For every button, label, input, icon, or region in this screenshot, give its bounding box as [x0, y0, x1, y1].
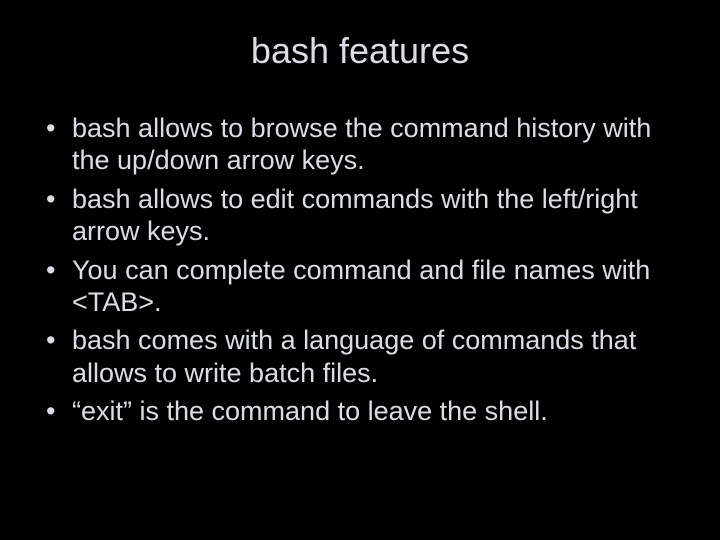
slide-title: bash features [30, 30, 690, 72]
list-item: bash comes with a language of commands t… [40, 324, 680, 389]
bullet-list: bash allows to browse the command histor… [30, 112, 690, 428]
list-item: “exit” is the command to leave the shell… [40, 395, 680, 427]
slide: bash features bash allows to browse the … [0, 0, 720, 540]
list-item: bash allows to edit commands with the le… [40, 183, 680, 248]
list-item: bash allows to browse the command histor… [40, 112, 680, 177]
list-item: You can complete command and file names … [40, 254, 680, 319]
